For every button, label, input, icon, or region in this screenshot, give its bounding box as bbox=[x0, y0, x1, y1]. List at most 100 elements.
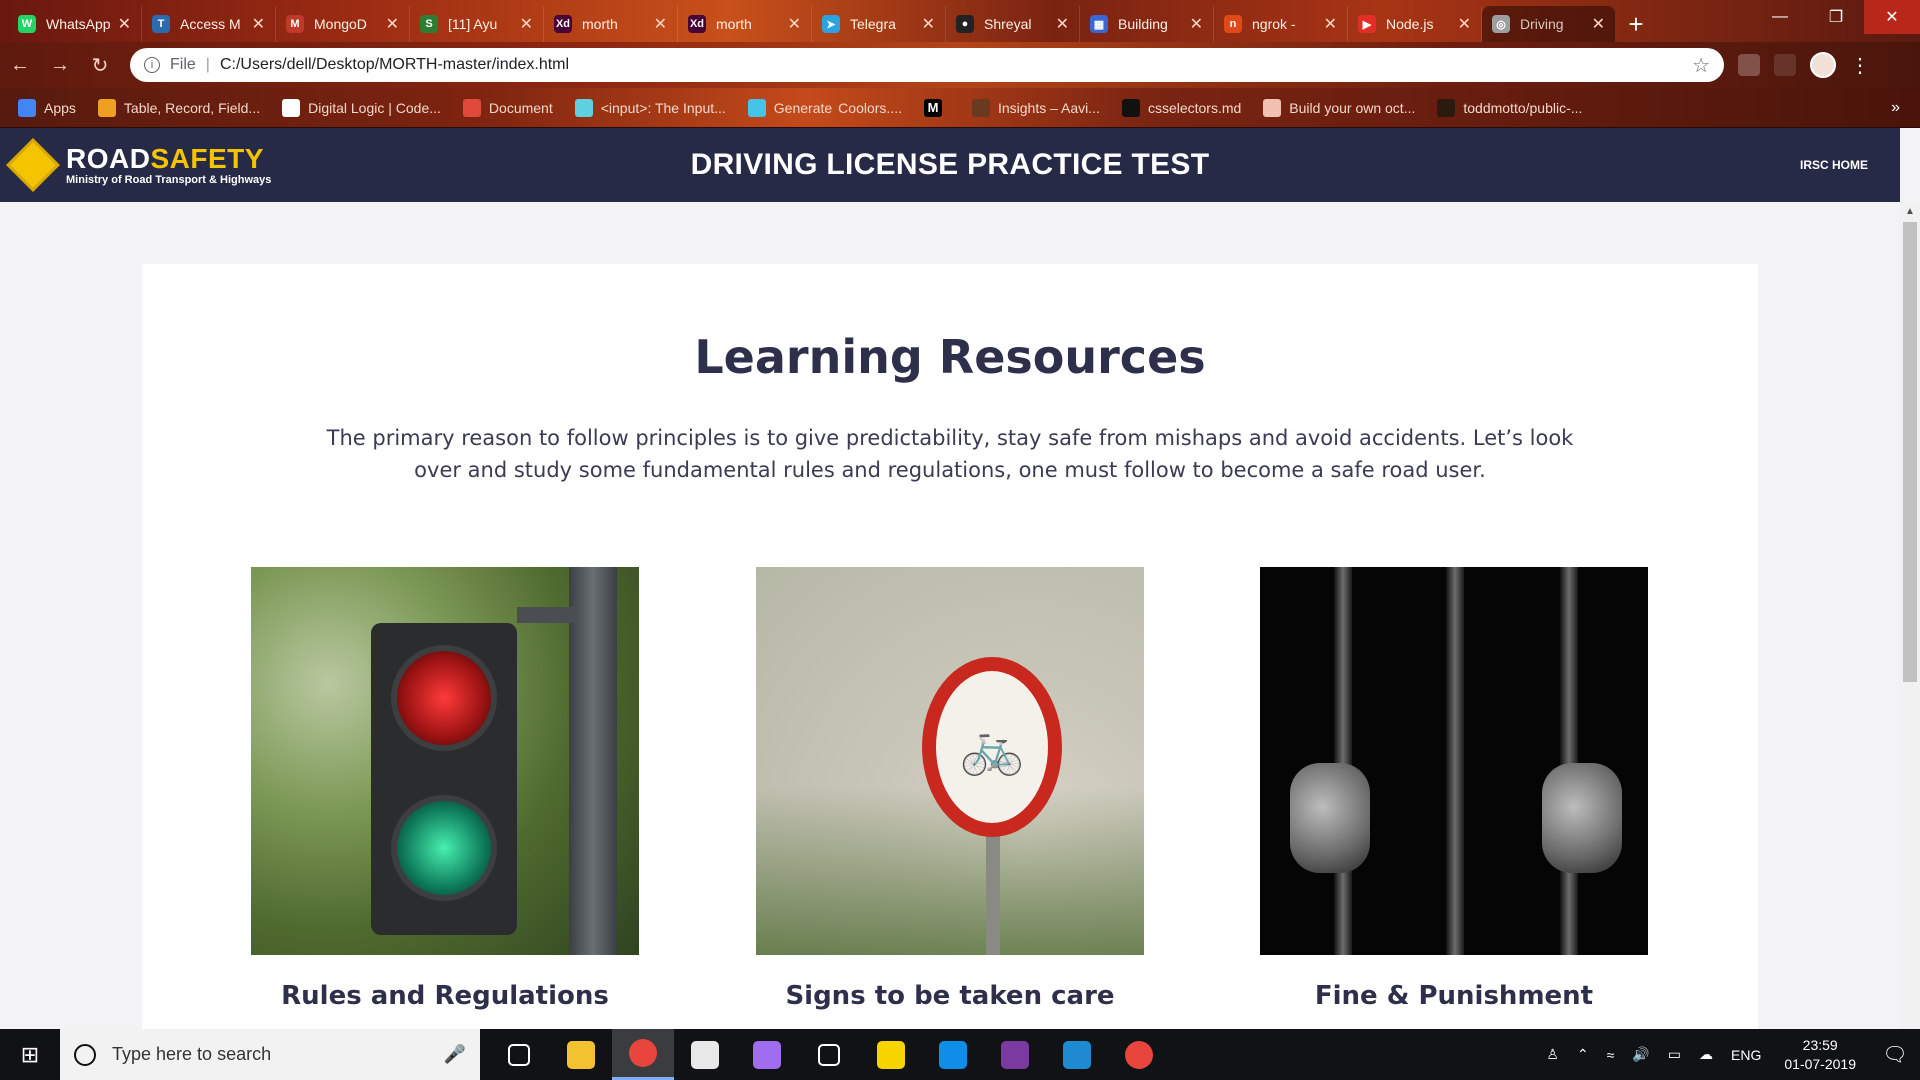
browser-tab[interactable]: ● Shreyal ✕ bbox=[946, 6, 1080, 42]
people-icon[interactable]: ♙ bbox=[1546, 1046, 1559, 1063]
search-placeholder[interactable]: Type here to search bbox=[112, 1044, 444, 1065]
browser-tab[interactable]: ▦ Building ✕ bbox=[1080, 6, 1214, 42]
tab-close-icon[interactable]: ✕ bbox=[1324, 14, 1337, 34]
more-menu-icon[interactable]: ⋮ bbox=[1850, 53, 1870, 78]
resource-label[interactable]: Rules and Regulations bbox=[251, 981, 639, 1011]
bookmark-item[interactable]: M bbox=[923, 98, 950, 117]
tab-title: MongoD bbox=[314, 16, 367, 32]
mail-icon[interactable] bbox=[674, 1029, 736, 1080]
tab-close-icon[interactable]: ✕ bbox=[1056, 14, 1069, 34]
bookmark-label: Build your own oct... bbox=[1289, 99, 1416, 116]
bookmark-item[interactable]: Insights – Aavi... bbox=[971, 98, 1100, 117]
tab-close-icon[interactable]: ✕ bbox=[118, 14, 131, 34]
browser-tab[interactable]: T Access M ✕ bbox=[142, 6, 276, 42]
reload-icon[interactable]: ↻ bbox=[80, 45, 120, 85]
teamviewer-icon[interactable] bbox=[922, 1029, 984, 1080]
scrollbar-thumb[interactable] bbox=[1903, 222, 1917, 682]
vs-code-icon[interactable] bbox=[1046, 1029, 1108, 1080]
windows-start-icon[interactable]: ⊞ bbox=[0, 1029, 60, 1080]
bookmark-item[interactable]: Generate Coolors.... bbox=[747, 98, 902, 117]
taskbar-search-box[interactable]: Type here to search 🎤 bbox=[60, 1029, 480, 1080]
bookmark-item[interactable]: <input>: The Input... bbox=[574, 98, 726, 117]
minimize-button[interactable]: — bbox=[1752, 0, 1808, 34]
language-indicator[interactable]: ENG bbox=[1731, 1047, 1761, 1063]
site-header: ROADSAFETY Ministry of Road Transport & … bbox=[0, 128, 1900, 202]
resource-label[interactable]: Signs to be taken care bbox=[756, 981, 1144, 1011]
page-scrollbar[interactable]: ▲ bbox=[1900, 202, 1920, 1029]
tab-close-icon[interactable]: ✕ bbox=[252, 14, 265, 34]
resource-card-signs[interactable]: 🚲 Signs to be taken care bbox=[756, 567, 1144, 1011]
browser-tab[interactable]: M MongoD ✕ bbox=[276, 6, 410, 42]
address-bar[interactable]: i File | C:/Users/dell/Desktop/MORTH-mas… bbox=[130, 48, 1724, 82]
bicycle-icon: 🚲 bbox=[922, 657, 1062, 837]
browser-tab[interactable]: Xd morth ✕ bbox=[544, 6, 678, 42]
paint-3d-icon[interactable] bbox=[736, 1029, 798, 1080]
bookmark-star-icon[interactable]: ☆ bbox=[1692, 53, 1710, 78]
resource-card-fines[interactable]: Fine & Punishment bbox=[1260, 567, 1648, 1011]
traffic-light-image[interactable] bbox=[251, 567, 639, 955]
bookmark-item[interactable]: Build your own oct... bbox=[1263, 98, 1416, 117]
browser-tab[interactable]: Xd morth ✕ bbox=[678, 6, 812, 42]
close-window-button[interactable]: ✕ bbox=[1864, 0, 1920, 34]
browser-tab[interactable]: ▶ Node.js ✕ bbox=[1348, 6, 1482, 42]
browser-tab[interactable]: S [11] Ayu ✕ bbox=[410, 6, 544, 42]
resource-card-rules[interactable]: Rules and Regulations bbox=[251, 567, 639, 1011]
tab-close-icon[interactable]: ✕ bbox=[1458, 14, 1471, 34]
bookmark-item[interactable]: Apps bbox=[18, 98, 76, 117]
new-tab-button[interactable]: + bbox=[1616, 6, 1656, 42]
bookmark-item[interactable]: Digital Logic | Code... bbox=[282, 98, 441, 117]
tab-favicon-icon: T bbox=[152, 15, 170, 33]
bookmark-item[interactable]: toddmotto/public-... bbox=[1437, 98, 1582, 117]
battery-icon[interactable]: ▭ bbox=[1668, 1046, 1681, 1063]
url-text[interactable]: C:/Users/dell/Desktop/MORTH-master/index… bbox=[220, 56, 1692, 74]
back-arrow-icon[interactable]: ← bbox=[0, 45, 40, 85]
forward-arrow-icon[interactable]: → bbox=[40, 45, 80, 85]
browser-tab[interactable]: ➤ Telegra ✕ bbox=[812, 6, 946, 42]
browser-tab[interactable]: W WhatsApp ✕ bbox=[8, 6, 142, 42]
task-view-icon[interactable] bbox=[488, 1029, 550, 1080]
no-cycle-sign-image[interactable]: 🚲 bbox=[756, 567, 1144, 955]
bookmark-item[interactable]: Table, Record, Field... bbox=[97, 98, 260, 117]
restore-button[interactable]: ❐ bbox=[1808, 0, 1864, 34]
cortana-icon[interactable] bbox=[74, 1043, 96, 1066]
bookmark-favicon-icon bbox=[1437, 98, 1456, 117]
tab-close-icon[interactable]: ✕ bbox=[654, 14, 667, 34]
tab-close-icon[interactable]: ✕ bbox=[1592, 14, 1605, 34]
bookmark-item[interactable]: csselectors.md bbox=[1121, 98, 1241, 117]
tab-close-icon[interactable]: ✕ bbox=[788, 14, 801, 34]
chrome-icon[interactable] bbox=[1108, 1029, 1170, 1080]
bookmarks-overflow-icon[interactable]: » bbox=[1891, 99, 1900, 117]
vs-code-glyph bbox=[1063, 1040, 1091, 1069]
action-center-icon[interactable]: 🗨 bbox=[1870, 1029, 1920, 1080]
taskbar-clock[interactable]: 23:59 01-07-2019 bbox=[1784, 1036, 1856, 1074]
irsc-home-link[interactable]: IRSC HOME bbox=[1800, 158, 1868, 172]
show-hidden-icons-chevron-icon[interactable]: ⌃ bbox=[1577, 1046, 1589, 1063]
tab-close-icon[interactable]: ✕ bbox=[1190, 14, 1203, 34]
winrar-icon[interactable] bbox=[984, 1029, 1046, 1080]
profile-avatar[interactable] bbox=[1810, 52, 1836, 78]
bookmark-item[interactable]: Document bbox=[462, 98, 553, 117]
microphone-icon[interactable]: 🎤 bbox=[444, 1044, 466, 1065]
extension-icon[interactable] bbox=[1738, 54, 1760, 76]
browser-tab[interactable]: n ngrok - ✕ bbox=[1214, 6, 1348, 42]
scroll-up-arrow-icon[interactable]: ▲ bbox=[1905, 206, 1915, 217]
volume-icon[interactable]: 🔊 bbox=[1632, 1046, 1649, 1063]
road-safety-logo[interactable]: ROADSAFETY Ministry of Road Transport & … bbox=[6, 138, 271, 192]
url-scheme: File bbox=[170, 56, 196, 73]
cast-icon[interactable] bbox=[1774, 54, 1796, 76]
resource-label[interactable]: Fine & Punishment bbox=[1260, 981, 1648, 1011]
jail-bars-image[interactable] bbox=[1260, 567, 1648, 955]
onedrive-cloud-icon[interactable]: ☁ bbox=[1699, 1046, 1713, 1063]
tab-favicon-icon: M bbox=[286, 15, 304, 33]
3d-viewer-icon[interactable] bbox=[798, 1029, 860, 1080]
tab-close-icon[interactable]: ✕ bbox=[520, 14, 533, 34]
sticky-notes-icon[interactable] bbox=[860, 1029, 922, 1080]
browser-tab[interactable]: ◎ Driving ✕ bbox=[1482, 6, 1616, 42]
chrome-icon[interactable] bbox=[612, 1029, 674, 1080]
tab-close-icon[interactable]: ✕ bbox=[922, 14, 935, 34]
wifi-icon[interactable]: ≈ bbox=[1607, 1047, 1615, 1063]
tab-close-icon[interactable]: ✕ bbox=[386, 14, 399, 34]
file-explorer-icon[interactable] bbox=[550, 1029, 612, 1080]
tab-favicon-icon: ➤ bbox=[822, 15, 840, 33]
site-info-icon[interactable]: i bbox=[144, 57, 160, 73]
